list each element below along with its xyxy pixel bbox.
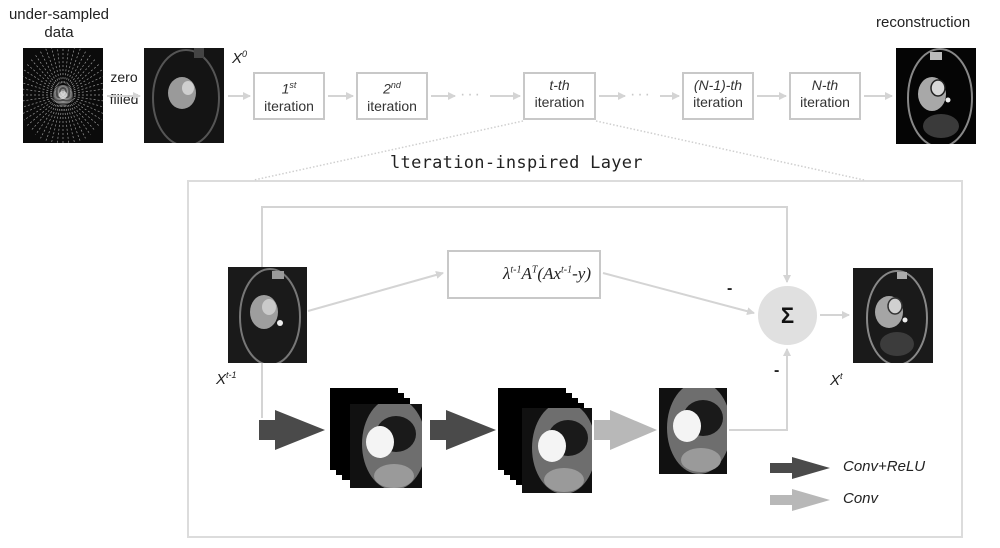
legend-conv-relu-arrow — [770, 457, 830, 479]
connections-layer — [107, 92, 893, 511]
arrow-conv-output-to-sum — [729, 348, 791, 431]
conv-relu-arrow-1 — [259, 410, 325, 450]
skip-connection-line — [261, 206, 791, 283]
conv-relu-arrow-2 — [430, 410, 496, 450]
arrow-to-gradient — [307, 271, 444, 312]
legend-conv-arrow — [770, 489, 830, 511]
conv-arrow — [594, 410, 657, 450]
zoom-line-right — [595, 120, 865, 181]
zoom-line-left — [253, 120, 524, 181]
arrow-gradient-to-sum — [602, 272, 755, 316]
